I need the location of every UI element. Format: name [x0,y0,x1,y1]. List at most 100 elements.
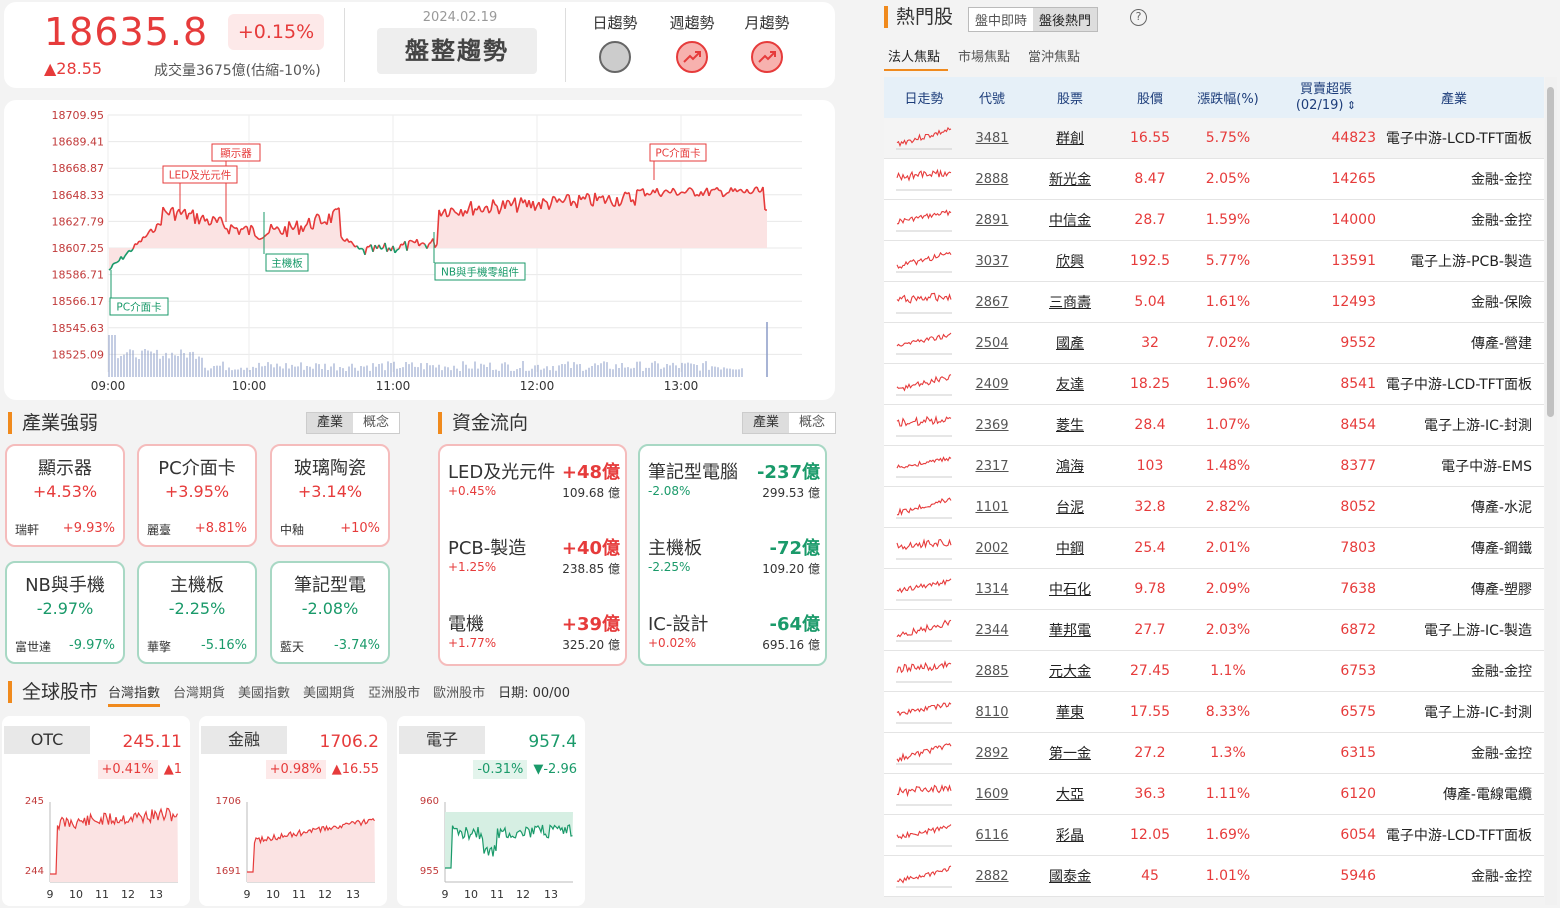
help-icon[interactable]: ? [1130,9,1147,26]
tab-concept[interactable]: 概念 [789,413,836,433]
industry-card[interactable]: 主機板 -2.25% 華擎 -5.16% [137,561,257,664]
table-row[interactable]: 2409 友達 18.25 1.96% 8541 電子中游-LCD-TFT面板 [884,364,1544,405]
table-row[interactable]: 2892 第一金 27.2 1.3% 6315 金融-金控 [884,733,1544,774]
stock-code-link[interactable]: 2892 [964,746,1020,761]
stock-code-link[interactable]: 1314 [964,582,1020,597]
table-row[interactable]: 2344 華邦電 27.7 2.03% 6872 電子上游-IC-製造 [884,610,1544,651]
top-stock-name: 麗臺 [147,523,172,537]
tab-tw-futures[interactable]: 台灣期貨 [173,682,225,707]
stock-code-link[interactable]: 2882 [964,869,1020,884]
table-row[interactable]: 2882 國泰金 45 1.01% 5946 金融-金控 [884,856,1544,897]
market-card[interactable]: OTC 245.11 +0.41% ▲1 245 244 9 10 11 12 13 [2,716,190,906]
stock-name-link[interactable]: 中石化 [1020,579,1120,599]
stock-code-link[interactable]: 2867 [964,295,1020,310]
stock-code-link[interactable]: 2344 [964,623,1020,638]
tab-tw-index[interactable]: 台灣指數 [108,682,161,707]
stock-name-link[interactable]: 欣興 [1020,251,1120,271]
tab-asia[interactable]: 亞洲股市 [368,682,420,707]
tab-concept[interactable]: 概念 [353,413,400,433]
table-row[interactable]: 8110 華東 17.55 8.33% 6575 電子上游-IC-封測 [884,692,1544,733]
table-row[interactable]: 2369 菱生 28.4 1.07% 8454 電子上游-IC-封測 [884,405,1544,446]
table-row[interactable]: 3481 群創 16.55 5.75% 44823 電子中游-LCD-TFT面板 [884,118,1544,159]
stock-name-link[interactable]: 鴻海 [1020,456,1120,476]
stock-name-link[interactable]: 國泰金 [1020,866,1120,886]
stock-code-link[interactable]: 2504 [964,336,1020,351]
stock-code-link[interactable]: 2002 [964,541,1020,556]
stock-name-link[interactable]: 群創 [1020,128,1120,148]
industry-card[interactable]: 顯示器 +4.53% 瑞軒 +9.93% [5,444,125,547]
stock-name-link[interactable]: 新光金 [1020,169,1120,189]
tab-institutional[interactable]: 法人焦點 [884,46,949,71]
stock-price: 32 [1141,335,1159,351]
tab-after-hours[interactable]: 盤後熱門 [1033,8,1098,31]
flow-item[interactable]: 電機 +39億 +1.77% 325.20 億 [448,610,620,670]
stock-name-link[interactable]: 菱生 [1020,415,1120,435]
stock-name-link[interactable]: 彩晶 [1020,825,1120,845]
stock-code-link[interactable]: 3481 [964,131,1020,146]
x-tick-label: 13 [346,888,360,901]
flow-item[interactable]: IC-設計 -64億 +0.02% 695.16 億 [648,610,820,670]
divider [344,8,345,82]
tab-intraday[interactable]: 盤中即時 [969,8,1034,31]
stock-code-link[interactable]: 2369 [964,418,1020,433]
stock-code-link[interactable]: 3037 [964,254,1020,269]
tab-us-index[interactable]: 美國指數 [238,682,290,707]
flow-item[interactable]: LED及光元件 +48億 +0.45% 109.68 億 [448,458,620,518]
stock-code-link[interactable]: 1101 [964,500,1020,515]
table-row[interactable]: 2885 元大金 27.45 1.1% 6753 金融-金控 [884,651,1544,692]
tab-us-futures[interactable]: 美國期貨 [303,682,355,707]
table-row[interactable]: 2891 中信金 28.7 1.59% 14000 金融-金控 [884,200,1544,241]
col-header-sortable[interactable]: 買賣超張 (02/19) ⇕ [1276,82,1376,114]
stock-name-link[interactable]: 華邦電 [1020,620,1120,640]
flow-item[interactable]: 筆記型電腦 -237億 -2.08% 299.53 億 [648,458,820,518]
scrollbar-thumb[interactable] [1547,87,1554,417]
stock-name-link[interactable]: 華東 [1020,702,1120,722]
market-card[interactable]: 金融 1706.2 +0.98% ▲16.55 1706 1691 9 10 11 12 13 [199,716,387,906]
stock-code-link[interactable]: 8110 [964,705,1020,720]
stock-name-link[interactable]: 友達 [1020,374,1120,394]
stock-name-link[interactable]: 三商壽 [1020,292,1120,312]
table-row[interactable]: 1314 中石化 9.78 2.09% 7638 傳產-塑膠 [884,569,1544,610]
stock-code-link[interactable]: 6116 [964,828,1020,843]
tab-market[interactable]: 市場焦點 [954,46,1018,71]
stock-name-link[interactable]: 國產 [1020,333,1120,353]
y-tick-label: 18689.41 [52,136,105,149]
weekly-trend[interactable]: 週趨勢 [662,12,722,73]
flow-item[interactable]: 主機板 -72億 -2.25% 109.20 億 [648,534,820,594]
table-row[interactable]: 2317 鴻海 103 1.48% 8377 電子中游-EMS [884,446,1544,487]
stock-name-link[interactable]: 大亞 [1020,784,1120,804]
table-row[interactable]: 2002 中鋼 25.4 2.01% 7803 傳產-鋼鐵 [884,528,1544,569]
daily-trend[interactable]: 日趨勢 [585,12,645,73]
scrollbar[interactable] [1545,77,1557,905]
stock-code-link[interactable]: 2317 [964,459,1020,474]
table-row[interactable]: 2888 新光金 8.47 2.05% 14265 金融-金控 [884,159,1544,200]
intraday-chart[interactable]: 18709.95 18689.41 18668.87 18648.33 18627.79… [4,100,835,400]
table-row[interactable]: 1101 台泥 32.8 2.82% 8052 傳產-水泥 [884,487,1544,528]
stock-name-link[interactable]: 台泥 [1020,497,1120,517]
industry-card[interactable]: NB與手機 -2.97% 富世達 -9.97% [5,561,125,664]
tab-daytrade[interactable]: 當沖焦點 [1024,46,1088,71]
monthly-trend[interactable]: 月趨勢 [737,12,797,73]
tab-europe[interactable]: 歐洲股市 [433,682,485,707]
market-card[interactable]: 電子 957.4 -0.31% ▼-2.96 960 955 9 10 11 12 13 [397,716,585,906]
stock-code-link[interactable]: 2885 [964,664,1020,679]
stock-code-link[interactable]: 2409 [964,377,1020,392]
table-row[interactable]: 2504 國產 32 7.02% 9552 傳產-營建 [884,323,1544,364]
table-row[interactable]: 6116 彩晶 12.05 1.69% 6054 電子中游-LCD-TFT面板 [884,815,1544,856]
industry-card[interactable]: 筆記型電 -2.08% 藍天 -3.74% [270,561,390,664]
stock-name-link[interactable]: 第一金 [1020,743,1120,763]
stock-code-link[interactable]: 2891 [964,213,1020,228]
stock-code-link[interactable]: 2888 [964,172,1020,187]
tab-industry[interactable]: 產業 [743,413,790,433]
stock-name-link[interactable]: 中信金 [1020,210,1120,230]
flow-item[interactable]: PCB-製造 +40億 +1.25% 238.85 億 [448,534,620,594]
table-row[interactable]: 1609 大亞 36.3 1.11% 6120 傳產-電線電纜 [884,774,1544,815]
stock-code-link[interactable]: 1609 [964,787,1020,802]
industry-card[interactable]: PC介面卡 +3.95% 麗臺 +8.81% [137,444,257,547]
tab-industry[interactable]: 產業 [307,413,354,433]
industry-card[interactable]: 玻璃陶瓷 +3.14% 中釉 +10% [270,444,390,547]
table-row[interactable]: 3037 欣興 192.5 5.77% 13591 電子上游-PCB-製造 [884,241,1544,282]
table-row[interactable]: 2867 三商壽 5.04 1.61% 12493 金融-保險 [884,282,1544,323]
stock-name-link[interactable]: 中鋼 [1020,538,1120,558]
stock-name-link[interactable]: 元大金 [1020,661,1120,681]
